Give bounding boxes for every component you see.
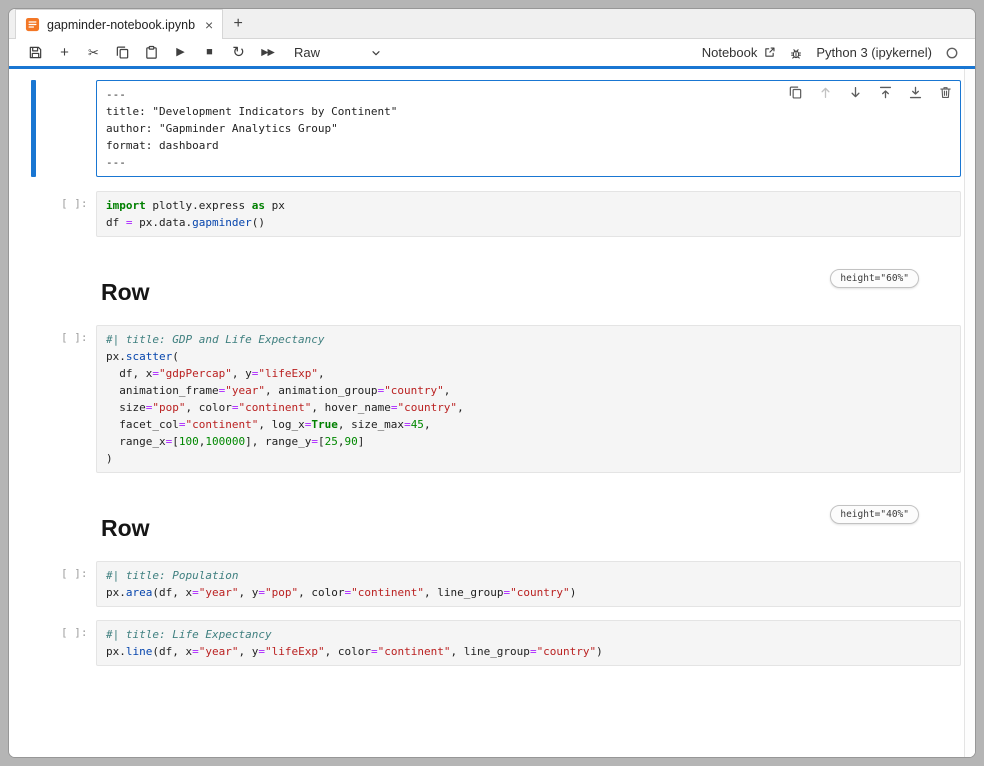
restart-icon: ↻ (232, 45, 245, 60)
insert-cell-below-button[interactable] (908, 85, 923, 100)
code-cell-scatter: [ ]: #| title: GDP and Life Expectancypx… (96, 325, 961, 473)
height-badge: height="40%" (830, 505, 919, 524)
cell-prompt: [ ]: (61, 567, 88, 580)
cell-prompt: [ ]: (61, 626, 88, 639)
cell-type-select[interactable]: Raw (294, 45, 382, 60)
play-icon: ▶ (176, 47, 184, 58)
copy-cells-button[interactable] (108, 39, 137, 66)
insert-cell-above-button[interactable] (878, 85, 893, 100)
plus-icon: + (60, 45, 69, 60)
floppy-icon (28, 45, 43, 60)
kernel-name-button[interactable]: Python 3 (ipykernel) (816, 45, 932, 60)
code-cell-imports: [ ]: import plotly.express as pxdf = px.… (96, 191, 961, 237)
tab-title: gapminder-notebook.ipynb (47, 18, 195, 32)
open-in-jupyter-notebook-link[interactable]: Notebook (702, 45, 777, 60)
code-cell-editor[interactable]: #| title: Life Expectancypx.line(df, x="… (96, 620, 961, 666)
move-cell-down-button[interactable] (848, 85, 863, 100)
cut-cells-button[interactable]: ✂ (79, 39, 108, 66)
active-cell-collapser[interactable] (31, 80, 36, 177)
cell-prompt: [ ]: (61, 197, 88, 210)
tab-close-icon[interactable]: × (205, 17, 213, 33)
arrow-up-icon (818, 85, 833, 100)
notebook-link-label: Notebook (702, 45, 758, 60)
arrow-down-icon (848, 85, 863, 100)
jupyterlab-window: gapminder-notebook.ipynb × + + ✂ (8, 8, 976, 758)
vertical-scrollbar[interactable] (964, 69, 975, 757)
code-cell-editor[interactable]: #| title: GDP and Life Expectancypx.scat… (96, 325, 961, 473)
trash-icon (938, 85, 953, 100)
desktop-background: gapminder-notebook.ipynb × + + ✂ (0, 0, 984, 766)
notebook-file-icon (25, 17, 40, 32)
restart-run-all-button[interactable]: ▶▶ (253, 39, 282, 66)
cell-type-value: Raw (294, 45, 320, 60)
new-launcher-tab-button[interactable]: + (223, 9, 253, 38)
tab-bar: gapminder-notebook.ipynb × + (9, 9, 975, 39)
code-cell-area: [ ]: #| title: Populationpx.area(df, x="… (96, 561, 961, 607)
interrupt-kernel-button[interactable]: ■ (195, 39, 224, 66)
paste-cells-button[interactable] (137, 39, 166, 66)
debugger-bug-icon[interactable] (789, 46, 803, 60)
copy-icon (115, 45, 130, 60)
markdown-cell-row-1[interactable]: Row height="60%" (96, 279, 961, 305)
move-cell-up-button[interactable] (818, 85, 833, 100)
save-button[interactable] (21, 39, 50, 66)
toolbar-right-group: Notebook Python 3 (ipykernel) (702, 45, 965, 60)
height-badge: height="60%" (830, 269, 919, 288)
code-cell-line: [ ]: #| title: Life Expectancypx.line(df… (96, 620, 961, 666)
duplicate-icon (788, 85, 803, 100)
restart-kernel-button[interactable]: ↻ (224, 39, 253, 66)
stop-icon: ■ (206, 47, 213, 58)
kernel-status-icon (945, 46, 959, 60)
fast-forward-icon: ▶▶ (261, 48, 274, 58)
chevron-down-icon (370, 47, 382, 59)
notebook-toolbar: + ✂ ▶ ■ ↻ ▶▶ Raw (9, 39, 975, 66)
duplicate-cell-button[interactable] (788, 85, 803, 100)
raw-cell-frontmatter: ---title: "Development Indicators by Con… (96, 80, 961, 177)
insert-cell-below-button[interactable]: + (50, 39, 79, 66)
insert-above-icon (878, 85, 893, 100)
code-cell-editor[interactable]: #| title: Populationpx.area(df, x="year"… (96, 561, 961, 607)
cell-toolbar (788, 85, 953, 100)
tab-gapminder-notebook[interactable]: gapminder-notebook.ipynb × (15, 9, 223, 39)
markdown-cell-row-2[interactable]: Row height="40%" (96, 515, 961, 541)
insert-below-icon (908, 85, 923, 100)
delete-cell-button[interactable] (938, 85, 953, 100)
external-link-icon (763, 46, 776, 59)
code-cell-editor[interactable]: import plotly.express as pxdf = px.data.… (96, 191, 961, 237)
run-cell-button[interactable]: ▶ (166, 39, 195, 66)
clipboard-icon (144, 45, 159, 60)
scissors-icon: ✂ (88, 46, 99, 59)
cell-prompt: [ ]: (61, 331, 88, 344)
notebook-content: ---title: "Development Indicators by Con… (9, 69, 975, 757)
